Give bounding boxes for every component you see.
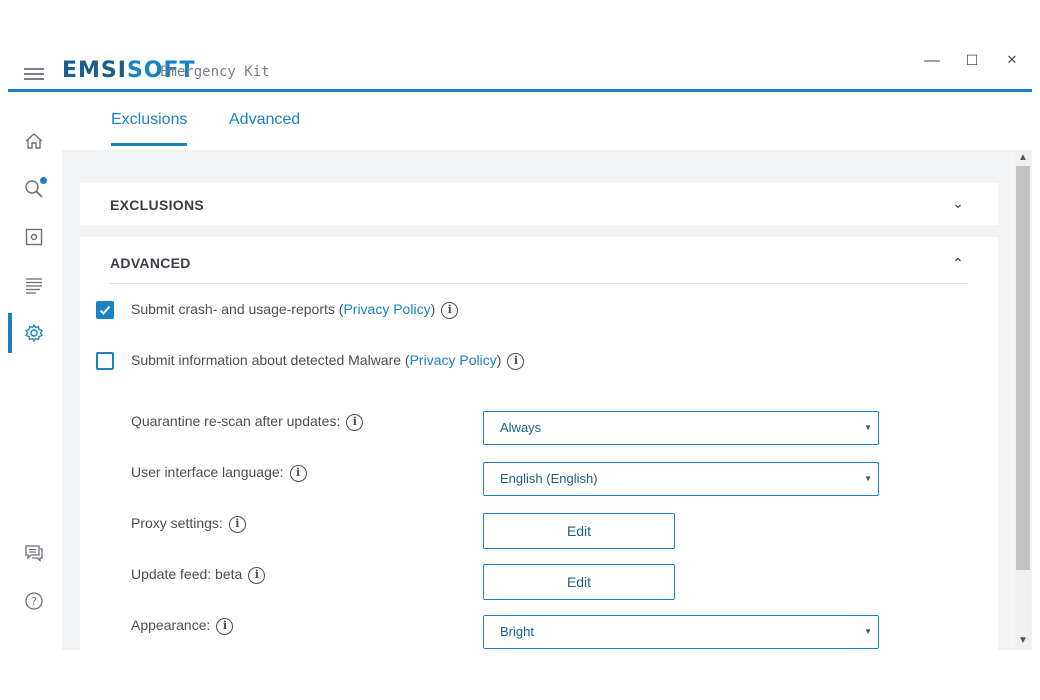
- info-icon[interactable]: i: [248, 566, 266, 584]
- malware-info-label: Submit information about detected Malwar…: [131, 352, 410, 368]
- crash-reports-tail: ): [430, 301, 436, 317]
- minimize-button[interactable]: —: [922, 52, 942, 70]
- sidebar-item-help[interactable]: ?: [8, 581, 60, 621]
- sidebar-item-feedback[interactable]: [8, 533, 60, 573]
- scroll-thumb[interactable]: [1016, 166, 1030, 570]
- maximize-button[interactable]: ☐: [962, 52, 982, 69]
- checkmark-icon: [99, 305, 111, 315]
- help-icon: ?: [25, 592, 43, 610]
- scroll-down-icon[interactable]: ▼: [1015, 634, 1031, 648]
- quarantine-rescan-label: Quarantine re-scan after updates:: [131, 413, 341, 429]
- crash-reports-checkbox[interactable]: [96, 301, 114, 319]
- appearance-value: Bright: [500, 624, 534, 639]
- malware-info-checkbox[interactable]: [96, 352, 114, 370]
- appearance-row: Appearance: i: [131, 617, 234, 635]
- dropdown-caret-icon: ▼: [864, 423, 872, 432]
- sidebar-item-settings[interactable]: [8, 313, 60, 353]
- appearance-select[interactable]: Bright ▼: [483, 615, 879, 649]
- language-label: User interface language:: [131, 464, 284, 480]
- logs-icon: [26, 278, 42, 294]
- title-bar: EMSISOFT Emergency Kit — ☐ ✕: [8, 44, 1032, 92]
- main-content: Exclusions Advanced EXCLUSIONS ⌄ ADVANCE…: [62, 95, 1032, 650]
- language-select[interactable]: English (English) ▼: [483, 462, 879, 496]
- appearance-label: Appearance:: [131, 617, 211, 633]
- proxy-label: Proxy settings:: [131, 515, 223, 531]
- brand-emsi: EMSI: [62, 58, 127, 83]
- update-feed-row: Update feed: beta i: [131, 566, 266, 584]
- info-icon[interactable]: i: [346, 413, 364, 431]
- sidebar-item-home[interactable]: [8, 121, 60, 161]
- quarantine-rescan-value: Always: [500, 420, 542, 435]
- tab-advanced[interactable]: Advanced: [229, 111, 300, 143]
- product-name: Emergency Kit: [160, 64, 270, 80]
- language-value: English (English): [500, 471, 598, 486]
- quarantine-icon: [25, 228, 43, 246]
- svg-text:?: ?: [31, 595, 37, 608]
- info-icon[interactable]: i: [289, 464, 307, 482]
- update-feed-label: Update feed: beta: [131, 566, 243, 582]
- menu-icon[interactable]: [24, 68, 44, 80]
- section-title-advanced: ADVANCED: [110, 255, 191, 271]
- proxy-edit-button[interactable]: Edit: [483, 513, 675, 549]
- sidebar: ?: [8, 95, 60, 650]
- vertical-scrollbar[interactable]: ▲ ▼: [1015, 150, 1031, 650]
- proxy-row: Proxy settings: i: [131, 515, 246, 533]
- malware-info-option: Submit information about detected Malwar…: [131, 352, 525, 370]
- language-row: User interface language: i: [131, 464, 307, 482]
- chevron-up-icon[interactable]: ⌃: [950, 255, 966, 272]
- quarantine-rescan-select[interactable]: Always ▼: [483, 411, 879, 445]
- info-icon[interactable]: i: [507, 352, 525, 370]
- section-title-exclusions: EXCLUSIONS: [110, 197, 205, 213]
- dropdown-caret-icon: ▼: [864, 627, 872, 636]
- divider: [110, 283, 968, 284]
- tab-exclusions[interactable]: Exclusions: [111, 111, 188, 146]
- exclusions-section[interactable]: EXCLUSIONS ⌄: [80, 183, 998, 225]
- crash-reports-label: Submit crash- and usage-reports (: [131, 301, 344, 317]
- settings-icon: [25, 323, 43, 343]
- tab-bar: Exclusions Advanced: [62, 95, 1032, 150]
- info-icon[interactable]: i: [216, 617, 234, 635]
- privacy-policy-link[interactable]: Privacy Policy: [343, 301, 430, 317]
- privacy-policy-link[interactable]: Privacy Policy: [410, 352, 497, 368]
- quarantine-rescan-row: Quarantine re-scan after updates: i: [131, 413, 364, 431]
- close-button[interactable]: ✕: [1002, 52, 1022, 68]
- sidebar-item-logs[interactable]: [8, 265, 60, 305]
- malware-info-tail: ): [496, 352, 502, 368]
- sidebar-item-quarantine[interactable]: [8, 217, 60, 257]
- sidebar-item-scan[interactable]: [8, 169, 60, 209]
- home-icon: [25, 133, 43, 149]
- update-feed-edit-button[interactable]: Edit: [483, 564, 675, 600]
- advanced-section: ADVANCED ⌃ Submit crash- and usage-repor…: [80, 237, 998, 650]
- feedback-icon: [25, 545, 43, 563]
- chevron-down-icon[interactable]: ⌄: [950, 195, 966, 212]
- dropdown-caret-icon: ▼: [864, 474, 872, 483]
- info-icon[interactable]: i: [228, 515, 246, 533]
- notification-badge: [40, 177, 47, 184]
- scroll-up-icon[interactable]: ▲: [1015, 151, 1031, 165]
- info-icon[interactable]: i: [441, 301, 459, 319]
- crash-reports-option: Submit crash- and usage-reports (Privacy…: [131, 301, 459, 319]
